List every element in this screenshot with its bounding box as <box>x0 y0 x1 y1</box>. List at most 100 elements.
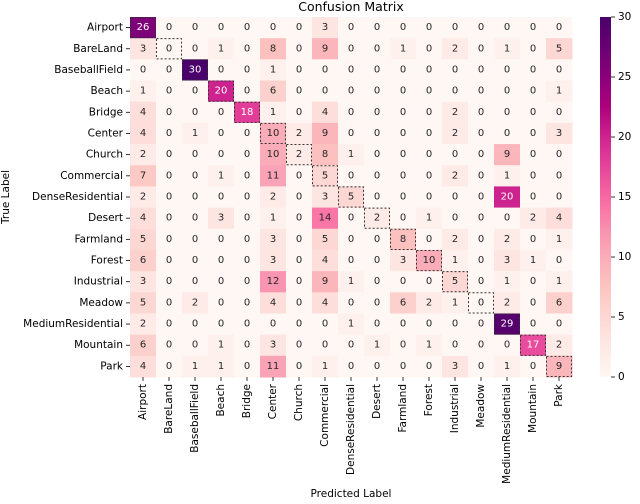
cell-value: 2 <box>374 213 380 224</box>
x-axis-ticks: Airport BareLand BaseballField Beach Bridge C… <box>137 377 565 484</box>
cell-value: 4 <box>140 213 146 224</box>
cell-value: 0 <box>374 43 380 54</box>
cell-value: 0 <box>322 319 328 330</box>
cell-value: 0 <box>166 107 172 118</box>
cell-value: 0 <box>478 361 484 372</box>
cell-value: 29 <box>501 319 514 330</box>
cell-value: 0 <box>218 276 224 287</box>
cell-value: 0 <box>426 107 432 118</box>
cell-value: 0 <box>296 297 302 308</box>
cell-value: 18 <box>241 107 254 118</box>
cell-value: 0 <box>270 22 276 33</box>
cell-value: 0 <box>322 86 328 97</box>
cell-value: 0 <box>452 340 458 351</box>
cell-value: 9 <box>322 276 328 287</box>
cell-value: 0 <box>166 170 172 181</box>
cell-value: 0 <box>244 149 250 160</box>
cell-value: 0 <box>400 170 406 181</box>
cell-value: 0 <box>270 319 276 330</box>
cell-value: 0 <box>478 128 484 139</box>
confusion-matrix-chart: Confusion Matrix 26 0 0 0 0 0 0 3 0 0 0 0 0 0 0 0 03 0 0 1 0… <box>0 0 631 500</box>
cell-value: 0 <box>400 128 406 139</box>
cell-value: 0 <box>530 361 536 372</box>
x-tick-label: Airport <box>137 384 149 420</box>
cell-value: 0 <box>296 170 302 181</box>
cell-value: 0 <box>426 234 432 245</box>
cell-value: 8 <box>322 149 328 160</box>
cell-value: 0 <box>374 22 380 33</box>
cell-value: 0 <box>192 319 198 330</box>
cell-value: 0 <box>192 43 198 54</box>
cell-value: 0 <box>478 22 484 33</box>
cell-value: 0 <box>400 149 406 160</box>
cell-value: 1 <box>504 43 510 54</box>
cell-value: 0 <box>166 128 172 139</box>
cell-value: 1 <box>504 276 510 287</box>
cell-value: 3 <box>140 43 146 54</box>
cell-value: 0 <box>400 213 406 224</box>
cell-value: 0 <box>426 192 432 203</box>
cell-value: 1 <box>270 64 276 75</box>
cell-value: 0 <box>244 64 250 75</box>
cell-value: 0 <box>296 255 302 266</box>
cell-value: 0 <box>192 86 198 97</box>
cell-value: 4 <box>270 297 276 308</box>
cell-value: 0 <box>166 340 172 351</box>
cell-value: 0 <box>348 128 354 139</box>
cell-value: 0 <box>452 319 458 330</box>
y-tick-label: Church <box>86 149 123 161</box>
cell-value: 0 <box>374 128 380 139</box>
cell-value: 9 <box>322 128 328 139</box>
cell-value: 1 <box>348 276 354 287</box>
cell-value: 0 <box>348 297 354 308</box>
cell-value: 0 <box>296 340 302 351</box>
cell-value: 0 <box>426 22 432 33</box>
cell-value: 0 <box>478 107 484 118</box>
cell-value: 0 <box>530 234 536 245</box>
cell-value: 0 <box>244 170 250 181</box>
cell-value: 0 <box>478 234 484 245</box>
cell-value: 4 <box>140 107 146 118</box>
cell-value: 0 <box>426 361 432 372</box>
cell-value: 6 <box>140 255 146 266</box>
cell-value: 0 <box>218 107 224 118</box>
cell-value: 1 <box>504 361 510 372</box>
cell-value: 6 <box>140 340 146 351</box>
cell-value: 0 <box>556 149 562 160</box>
cell-value: 0 <box>374 170 380 181</box>
y-tick-label: BareLand <box>73 43 123 55</box>
cell-value: 4 <box>556 213 562 224</box>
cell-value: 1 <box>452 297 458 308</box>
cell-value: 2 <box>426 297 432 308</box>
cell-value: 0 <box>478 340 484 351</box>
colorbar-tick-label: 25 <box>618 71 631 83</box>
cell-value: 0 <box>244 297 250 308</box>
cell-value: 0 <box>244 128 250 139</box>
cell-value: 1 <box>322 361 328 372</box>
cell-value: 3 <box>270 234 276 245</box>
cell-value: 0 <box>166 86 172 97</box>
cell-value: 0 <box>400 192 406 203</box>
cell-value: 0 <box>192 192 198 203</box>
cell-value: 0 <box>478 149 484 160</box>
cell-value: 0 <box>166 319 172 330</box>
cell-value: 2 <box>530 213 536 224</box>
cell-value: 0 <box>218 149 224 160</box>
cell-value: 0 <box>166 234 172 245</box>
cell-value: 0 <box>244 255 250 266</box>
cell-value: 20 <box>215 86 228 97</box>
cell-value: 0 <box>322 64 328 75</box>
cell-value: 2 <box>296 128 302 139</box>
cell-value: 0 <box>478 43 484 54</box>
cell-value: 1 <box>348 319 354 330</box>
cell-value: 0 <box>296 86 302 97</box>
y-tick-label: Commercial <box>60 170 123 182</box>
cell-value: 0 <box>192 255 198 266</box>
cell-value: 0 <box>556 170 562 181</box>
cell-value: 0 <box>452 149 458 160</box>
cell-value: 0 <box>556 192 562 203</box>
x-tick-label: MediumResidential <box>501 384 513 484</box>
x-tick-label: BareLand <box>163 384 175 434</box>
cell-value: 0 <box>530 192 536 203</box>
cell-value: 6 <box>556 297 562 308</box>
